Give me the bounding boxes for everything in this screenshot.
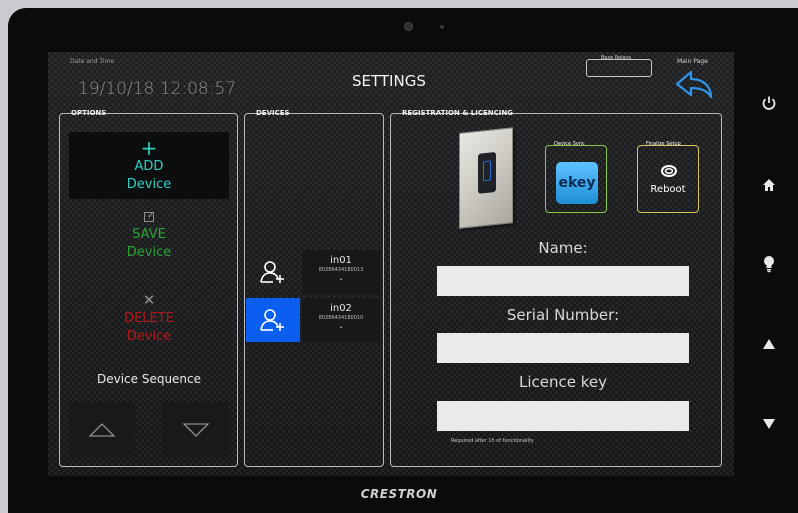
- device-info: in01 80286434180013 ⌄: [302, 250, 380, 294]
- delete-device-button[interactable]: ✕ DELETE Device: [69, 284, 229, 356]
- device-serial: 80286434180013: [318, 267, 364, 273]
- add-line2: Device: [126, 177, 172, 192]
- ekey-logo-text: ekey: [558, 175, 596, 191]
- device-row-icon-area-selected: [246, 298, 300, 342]
- touch-screen: Date and Time 19/10/18 12:08:57 SETTINGS…: [48, 52, 734, 476]
- delete-line2: Device: [126, 329, 172, 344]
- fingerprint-sensor-icon: [478, 151, 496, 194]
- triangle-down-icon: [182, 423, 210, 437]
- add-device-button[interactable]: + ADD Device: [69, 132, 229, 199]
- light-button[interactable]: [756, 251, 782, 277]
- power-button[interactable]: [756, 90, 782, 116]
- main-page-label: Main Page: [677, 58, 708, 65]
- device-info: in02 80286434180010 ⌄: [302, 298, 380, 342]
- reboot-label: Reboot: [650, 184, 686, 195]
- licence-key-field[interactable]: [437, 401, 689, 431]
- checkbox-icon: ✓: [144, 211, 155, 222]
- base-relays-box[interactable]: Base Relays: [586, 55, 652, 77]
- device-name: in02: [330, 303, 352, 314]
- add-line1: ADD: [134, 159, 164, 174]
- device-row-in02[interactable]: in02 80286434180010 ⌄: [246, 298, 380, 342]
- fingerprint-reader-image: [459, 127, 513, 229]
- chevron-down-icon: ⌄: [338, 323, 344, 330]
- main-page-button[interactable]: [674, 69, 714, 99]
- home-button[interactable]: [756, 172, 782, 198]
- datetime-value: 19/10/18 12:08:57: [78, 79, 237, 99]
- delete-line1: DELETE: [124, 311, 174, 326]
- registration-title: REGISTRATION & LICENCING: [402, 109, 513, 117]
- device-sync-label: Device Sync: [554, 141, 585, 147]
- device-sequence-label: Device Sequence: [96, 372, 202, 386]
- device-row-icon-area: [246, 250, 300, 294]
- camera-icon: [404, 22, 413, 31]
- save-line2: Device: [126, 245, 172, 260]
- devices-panel: DEVICES in01 80286434180013 ⌄ in02 80286…: [244, 109, 384, 467]
- add-user-icon: [260, 261, 284, 283]
- name-label: Name:: [538, 239, 588, 257]
- sequence-down-button[interactable]: [163, 402, 229, 458]
- chevron-down-icon: ⌄: [338, 275, 344, 282]
- sequence-up-button[interactable]: [69, 402, 135, 458]
- save-line1: SAVE: [132, 227, 166, 242]
- brand-logo: CRESTRON: [360, 487, 438, 501]
- sensor-dot: [440, 25, 444, 29]
- name-field[interactable]: [437, 266, 689, 296]
- back-arrow-icon: [675, 70, 713, 99]
- down-button[interactable]: [756, 411, 782, 437]
- registration-panel: REGISTRATION & LICENCING Device Sync eke…: [390, 109, 722, 467]
- options-panel: OPTIONS + ADD Device ✓ SAVE Device ✕ DEL…: [59, 109, 238, 467]
- devices-title: DEVICES: [256, 109, 290, 117]
- ekey-logo: ekey: [556, 162, 598, 204]
- finalize-setup-label: Finalize Setup: [646, 141, 681, 147]
- lightbulb-icon: [764, 256, 774, 273]
- device-sync-button[interactable]: Device Sync ekey: [545, 141, 607, 213]
- options-title: OPTIONS: [71, 109, 107, 117]
- page-title: SETTINGS: [352, 72, 426, 90]
- plus-icon: +: [140, 136, 158, 160]
- base-relays-label: Base Relays: [601, 55, 632, 61]
- finalize-setup-button[interactable]: Finalize Setup Reboot: [637, 141, 699, 213]
- datetime-label: Date and Time: [70, 58, 115, 65]
- device-name: in01: [330, 255, 352, 266]
- power-icon: [762, 96, 776, 110]
- arrow-down-icon: [763, 419, 775, 429]
- triangle-up-icon: [88, 423, 116, 437]
- serial-number-label: Serial Number:: [506, 306, 620, 324]
- up-button[interactable]: [756, 331, 782, 357]
- licence-key-label: Licence key: [518, 373, 607, 391]
- add-user-icon: [260, 309, 284, 331]
- arrow-up-icon: [763, 339, 775, 349]
- save-device-button[interactable]: ✓ SAVE Device: [69, 206, 229, 278]
- device-row-in01[interactable]: in01 80286434180013 ⌄: [246, 250, 380, 294]
- serial-number-field[interactable]: [437, 333, 689, 363]
- close-icon: ✕: [142, 291, 156, 309]
- home-icon: [763, 179, 775, 191]
- licence-note: Required after 1h of functionality: [451, 438, 534, 444]
- reboot-icon: [661, 165, 677, 177]
- device-serial: 80286434180010: [318, 315, 364, 321]
